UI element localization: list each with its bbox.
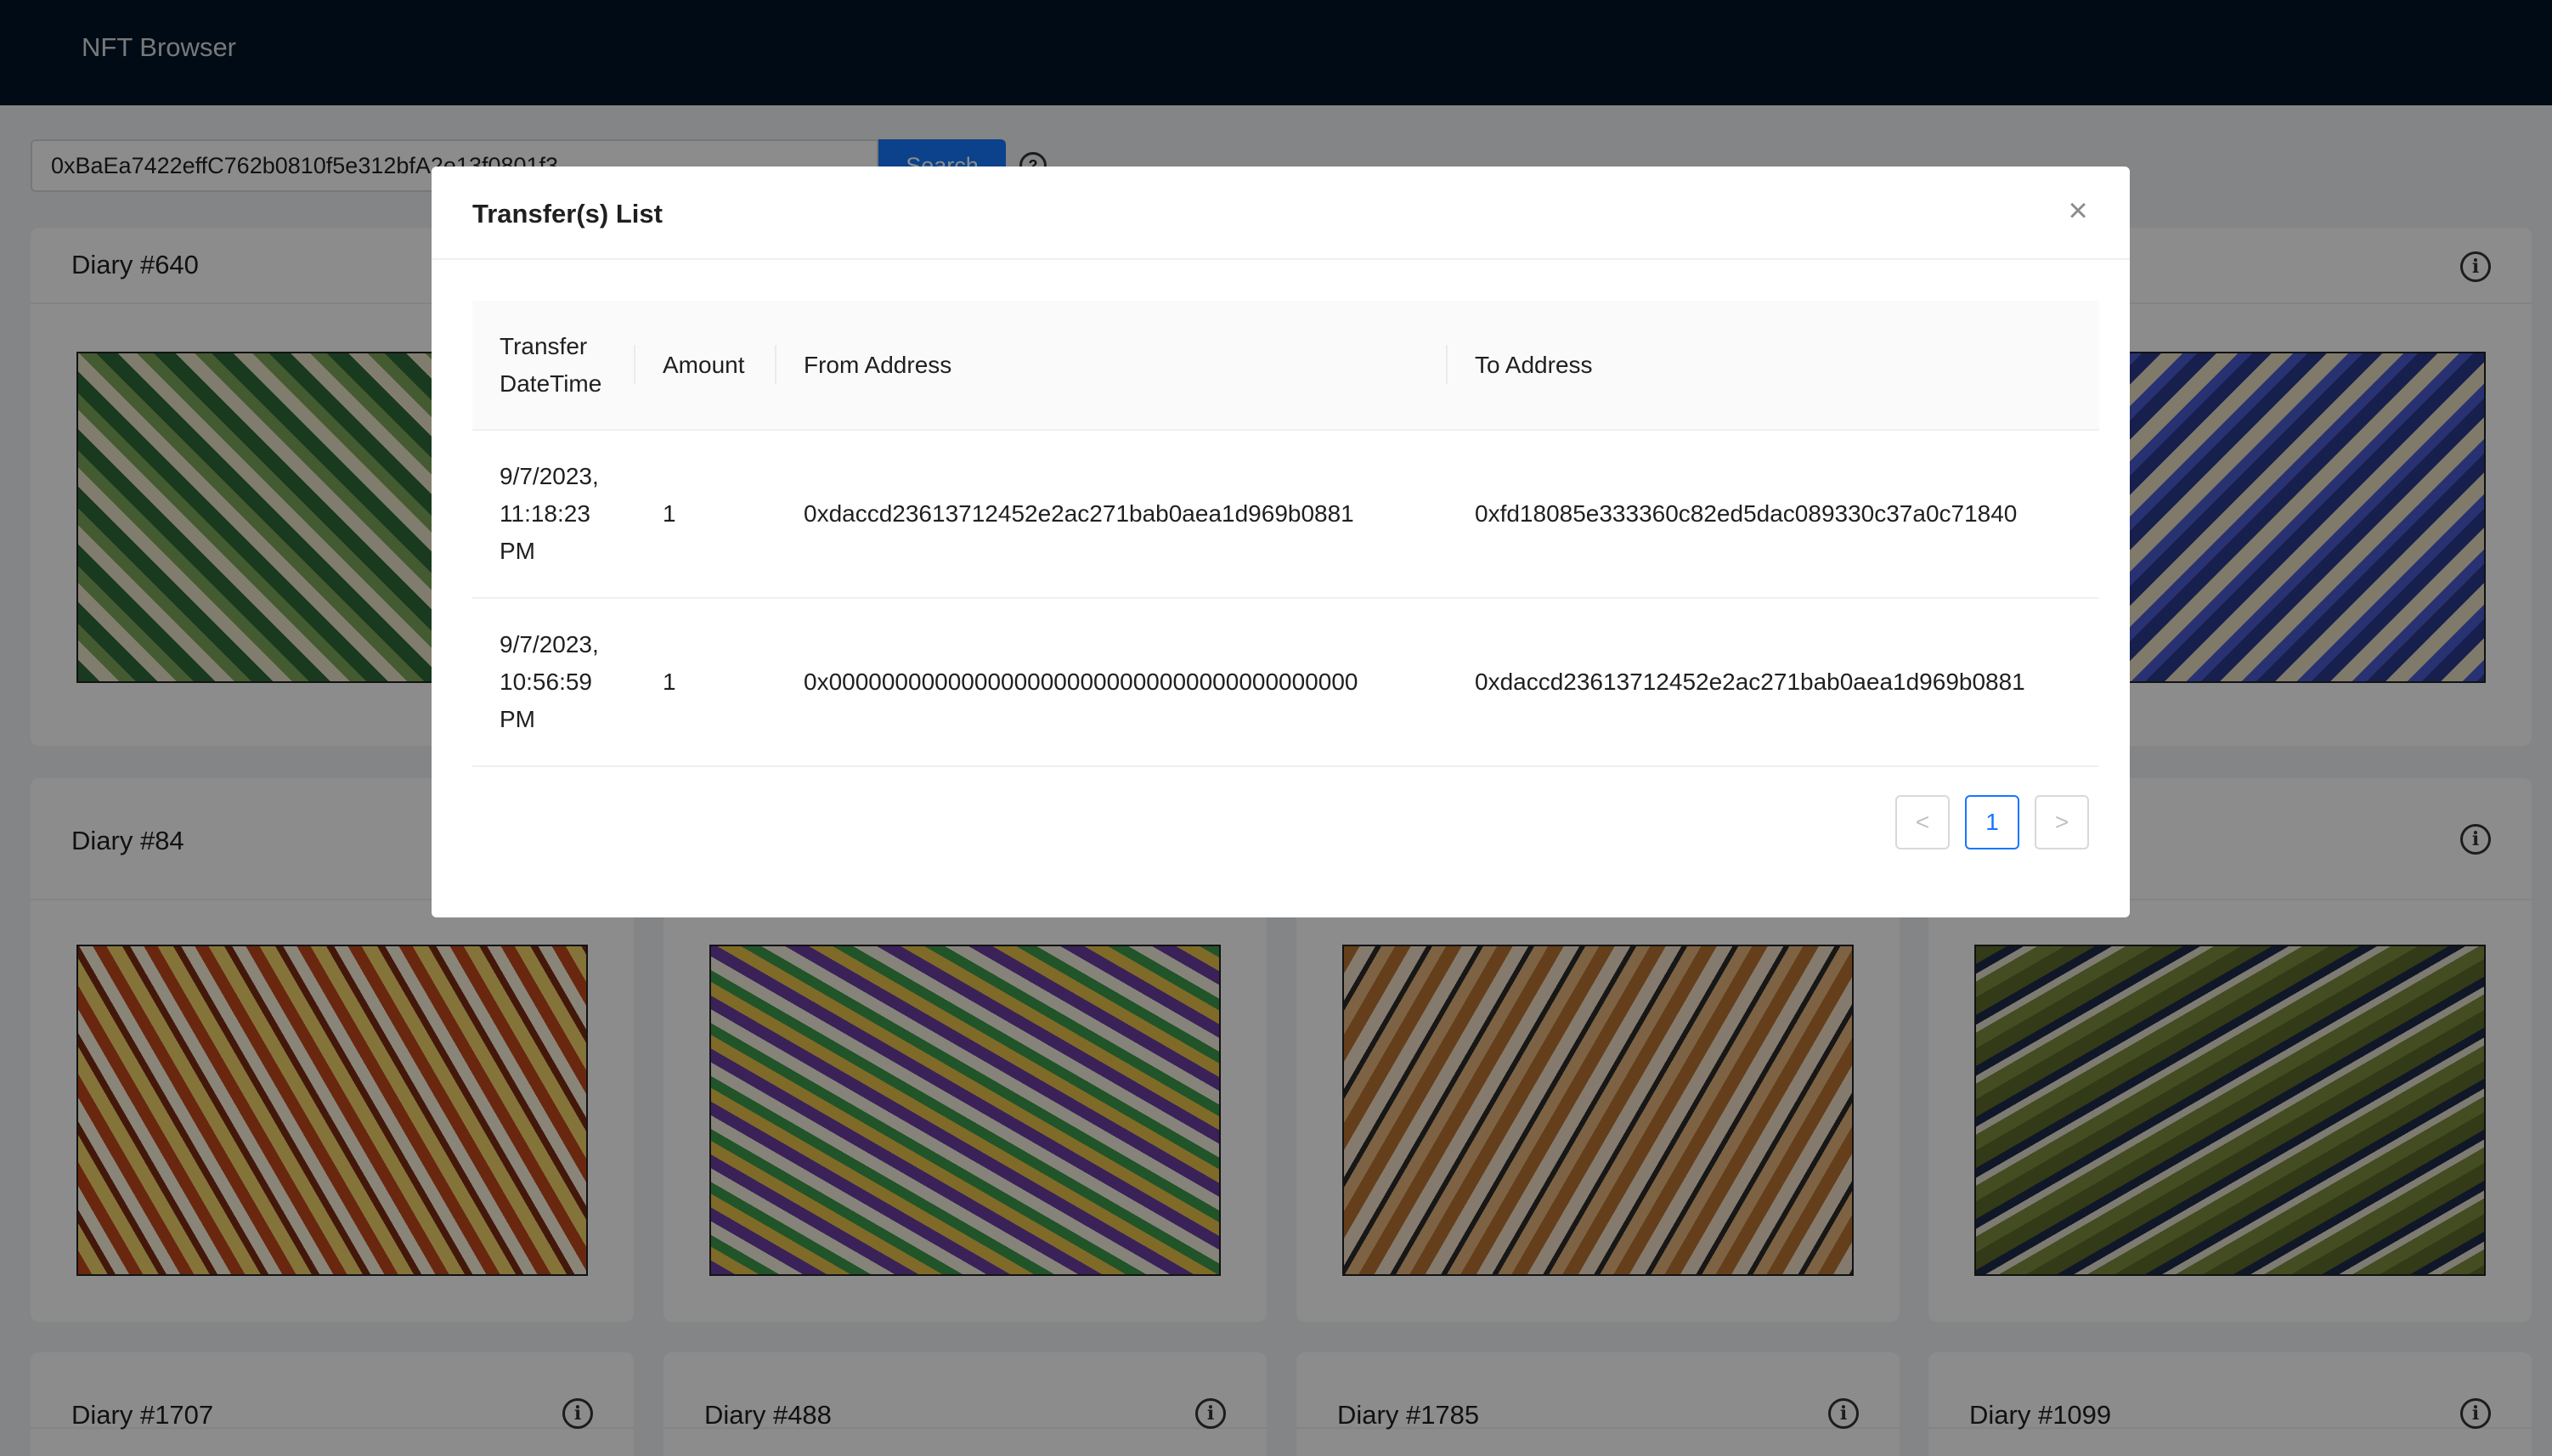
table-row: 9/7/2023, 10:56:59 PM 1 0x00000000000000… (472, 598, 2099, 767)
column-header-from: From Address (776, 301, 1448, 431)
close-icon[interactable]: × (2062, 194, 2094, 228)
modal-title: Transfer(s) List (472, 199, 663, 229)
cell-amount: 1 (635, 430, 776, 599)
cell-to-address: 0xdaccd23613712452e2ac271bab0aea1d969b08… (1448, 598, 2099, 767)
cell-amount: 1 (635, 598, 776, 767)
table-row: 9/7/2023, 11:18:23 PM 1 0xdaccd236137124… (472, 430, 2099, 599)
pagination: < 1 > (1895, 795, 2089, 849)
transfers-modal: Transfer(s) List × Transfer DateTime Amo… (432, 166, 2130, 917)
modal-header: Transfer(s) List × (432, 166, 2130, 260)
pagination-prev-button[interactable]: < (1895, 795, 1950, 849)
column-header-to: To Address (1448, 301, 2099, 431)
pagination-page-1[interactable]: 1 (1965, 795, 2019, 849)
table-header-row: Transfer DateTime Amount From Address To… (472, 301, 2099, 431)
pagination-next-button[interactable]: > (2035, 795, 2089, 849)
cell-from-address: 0xdaccd23613712452e2ac271bab0aea1d969b08… (776, 430, 1448, 599)
column-header-amount: Amount (635, 301, 776, 431)
cell-from-address: 0x00000000000000000000000000000000000000… (776, 598, 1448, 767)
cell-datetime: 9/7/2023, 11:18:23 PM (472, 430, 635, 599)
transfers-table: Transfer DateTime Amount From Address To… (472, 301, 2099, 767)
cell-datetime: 9/7/2023, 10:56:59 PM (472, 598, 635, 767)
cell-to-address: 0xfd18085e333360c82ed5dac089330c37a0c718… (1448, 430, 2099, 599)
column-header-datetime: Transfer DateTime (472, 301, 635, 431)
